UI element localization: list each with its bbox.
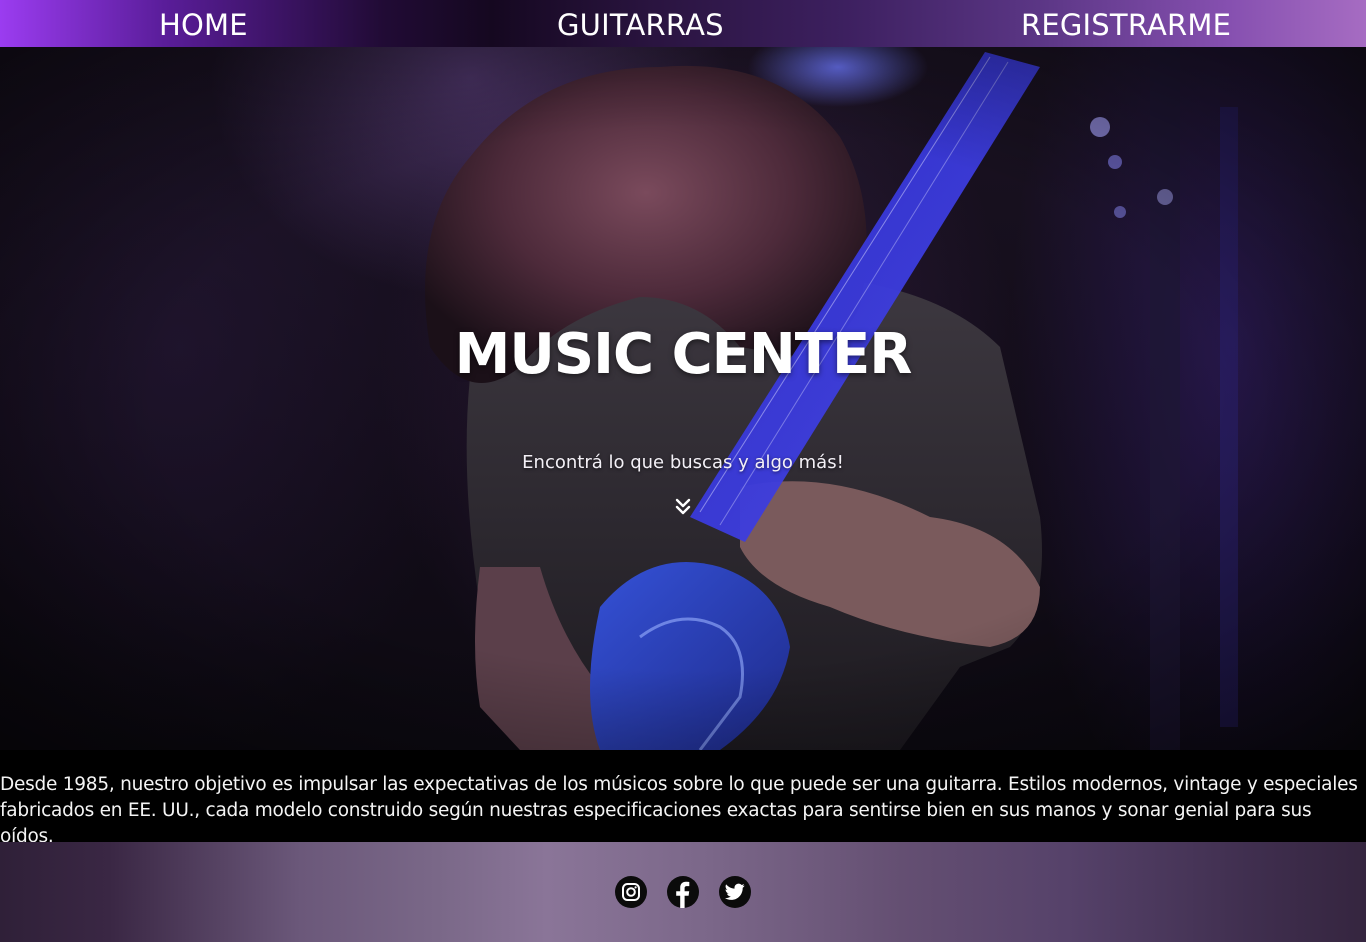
about-section: Desde 1985, nuestro objetivo es impulsar… [0,750,1366,847]
about-text: Desde 1985, nuestro objetivo es impulsar… [0,774,1358,847]
twitter-icon [725,883,745,900]
hero-title: MUSIC CENTER [454,322,913,387]
facebook-icon [676,881,690,908]
double-chevron-down-icon[interactable] [675,498,691,516]
facebook-link[interactable] [667,876,699,908]
nav-guitarras-link[interactable]: GUITARRAS [557,0,724,47]
hero-section: MUSIC CENTER Encontrá lo que buscas y al… [0,47,1366,750]
top-nav: HOME GUITARRAS REGISTRARME [0,0,1366,47]
nav-registrarme-link[interactable]: REGISTRARME [1021,0,1231,47]
twitter-link[interactable] [719,876,751,908]
instagram-link[interactable] [615,876,647,908]
hero-subtitle: Encontrá lo que buscas y algo más! [522,452,844,473]
hero-background-image [0,47,1366,750]
nav-home-link[interactable]: HOME [159,0,248,47]
instagram-icon [622,883,640,901]
footer [0,842,1366,942]
